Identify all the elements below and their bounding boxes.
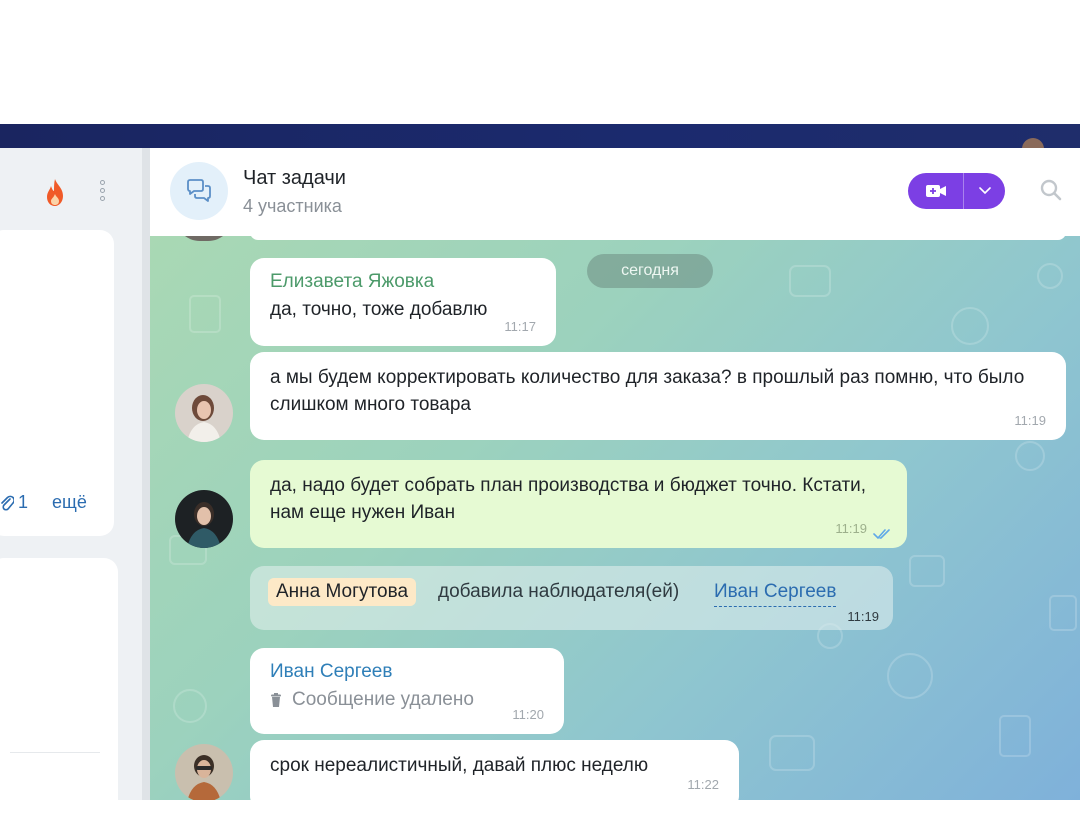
message-text: да, надо будет собрать план производства… [270,475,867,523]
participants-count[interactable]: 4 участника [243,196,342,217]
fire-icon[interactable] [42,178,68,208]
chevron-down-icon [978,187,991,195]
trash-icon [271,692,281,707]
chat-title: Чат задачи [243,167,346,189]
task-card[interactable]: 1 ещё [0,230,114,536]
paperclip-icon [1,495,14,511]
more-link[interactable]: ещё [52,492,87,513]
system-event: Анна Могутова добавила наблюдателя(ей) И… [250,566,893,630]
attachments-count: 1 [18,492,29,512]
video-call-button[interactable] [908,173,1005,209]
chat-header: Чат задачи 4 участника [150,148,1080,237]
own-message-bubble[interactable]: да, надо будет собрать план производства… [250,460,907,548]
video-camera-icon [925,185,946,197]
event-target-link[interactable]: Иван Сергеев [714,578,837,607]
message-sender[interactable]: Иван Сергеев [270,660,544,684]
panel-divider[interactable] [142,148,150,800]
previous-message-bubble [250,236,1066,240]
card-divider [10,752,100,753]
event-action: добавила наблюдателя(ей) [438,581,680,602]
attachments-row[interactable]: 1 ещё [0,492,87,513]
message-bubble[interactable]: срок нереалистичный, давай плюс неделю 1… [250,740,739,800]
message-time: 11:19 [835,521,867,536]
message-text: да, точно, тоже добавлю [270,299,488,320]
message-text: срок нереалистичный, давай плюс неделю [270,755,649,776]
left-panel: 1 ещё [0,148,142,818]
search-icon[interactable] [1039,178,1063,202]
video-call-start[interactable] [908,173,964,209]
sender-avatar[interactable] [175,744,233,800]
event-time: 11:19 [847,609,879,624]
message-bubble[interactable]: Елизавета Яжовка да, точно, тоже добавлю… [250,258,556,346]
chat-messages-area[interactable]: сегодня Елизавета Яжовка да, точно, тоже… [150,236,1080,800]
message-time: 11:20 [512,707,544,722]
event-actor-tag[interactable]: Анна Могутова [268,578,417,606]
own-avatar[interactable] [175,490,233,548]
double-check-icon [873,529,890,540]
message-sender[interactable]: Елизавета Яжовка [270,270,536,294]
message-time: 11:17 [504,319,536,334]
sender-avatar[interactable] [175,384,233,442]
deleted-message: Сообщение удалено [270,686,544,713]
message-time: 11:22 [687,777,719,792]
chat-avatar [170,162,228,220]
chat-icon [187,179,211,202]
date-separator: сегодня [587,254,713,288]
left-panel-header [0,148,142,236]
message-time: 11:19 [1014,413,1046,428]
message-bubble[interactable]: Иван Сергеев Сообщение удалено 11:20 [250,648,564,734]
task-card-secondary[interactable] [0,558,118,818]
top-navigation-bar [0,124,1080,148]
video-call-dropdown[interactable] [964,187,1005,195]
kebab-menu-icon[interactable] [96,180,108,208]
message-text: Сообщение удалено [292,689,474,710]
message-text: а мы будем корректировать количество для… [270,367,1025,415]
message-bubble[interactable]: а мы будем корректировать количество для… [250,352,1066,440]
